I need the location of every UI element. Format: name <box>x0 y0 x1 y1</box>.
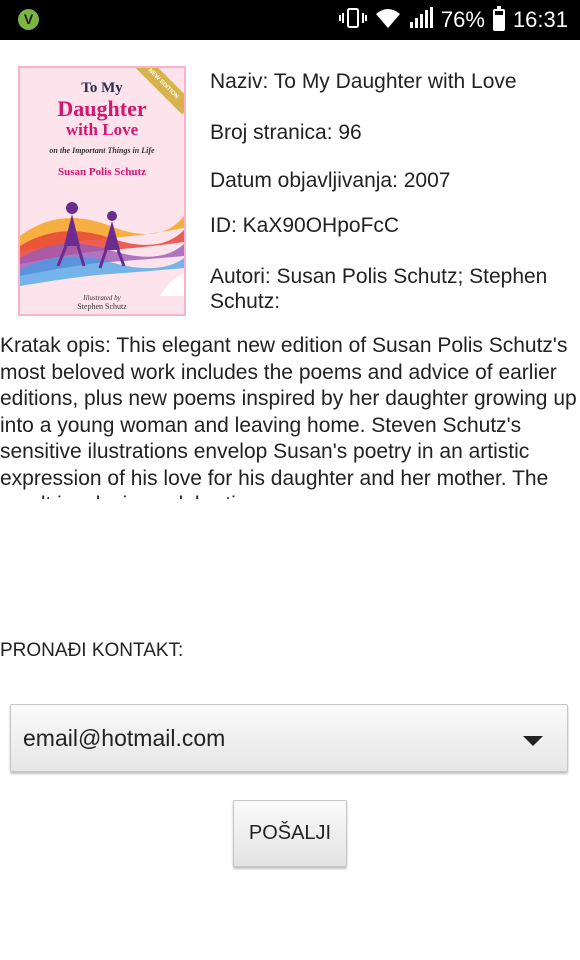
cover-title-line-2: Daughter <box>57 96 147 121</box>
cover-illustration <box>20 202 184 296</box>
cover-subtitle: on the Important Things in Life <box>49 146 155 155</box>
find-contact-label: PRONAĐI KONTAKT: <box>0 640 184 661</box>
wifi-icon <box>375 7 401 34</box>
contact-dropdown[interactable]: email@hotmail.com <box>10 704 568 772</box>
signal-icon <box>409 6 433 34</box>
cover-author: Susan Polis Schutz <box>57 166 147 178</box>
dropdown-arrow-icon <box>523 736 543 746</box>
book-title: Naziv: To My Daughter with Love <box>210 70 517 93</box>
cover-illustrated-by: Illustrated by <box>83 294 121 302</box>
book-cover-image: NEW EDITION To My Daughter with Love on … <box>18 66 186 316</box>
book-published-date: Datum objavljivanja: 2007 <box>210 169 451 192</box>
book-summary[interactable]: Kratak opis: This elegant new edition of… <box>0 333 580 499</box>
book-authors: Autori: Susan Polis Schutz; Stephen Schu… <box>210 265 548 308</box>
cover-title-line-1: To My <box>81 80 123 96</box>
battery-percentage: 76% <box>440 7 485 32</box>
book-pages: Broj stranica: 96 <box>210 121 362 144</box>
contact-dropdown-value: email@hotmail.com <box>23 725 226 751</box>
vibrate-icon <box>338 7 367 34</box>
book-id: ID: KaX90OHpoFcC <box>210 214 400 237</box>
battery-icon <box>492 6 505 31</box>
clock: 16:31 <box>512 7 568 32</box>
send-button[interactable]: POŠALJI <box>233 800 347 867</box>
app-notification-icon: V <box>18 9 39 30</box>
cover-title-line-3: with Love <box>65 120 139 139</box>
cover-illustrator: Stephen Schutz <box>77 302 127 311</box>
status-bar: V 76% 16:31 <box>0 0 580 40</box>
